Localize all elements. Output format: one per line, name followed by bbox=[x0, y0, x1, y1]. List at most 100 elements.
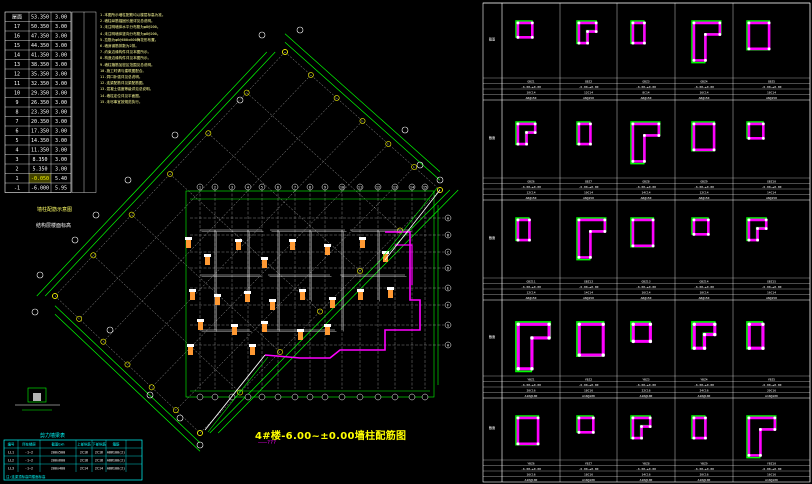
section-id: GBZ14 bbox=[699, 279, 708, 283]
column-section-drawing bbox=[576, 121, 592, 146]
section-id: YBZ2 bbox=[585, 377, 592, 381]
plan-axis-label: 7 bbox=[294, 186, 296, 190]
legend-cell: 2C18 bbox=[80, 459, 88, 463]
floor-number: 12 bbox=[14, 72, 20, 78]
plan-axis-bubble-bottom bbox=[196, 393, 204, 401]
rebar-dot bbox=[702, 346, 707, 350]
section-elevation: -6.00~±0.00 bbox=[636, 383, 656, 387]
floor-number: 4 bbox=[15, 148, 18, 154]
legend-cell: -1~2 bbox=[25, 467, 33, 471]
section-row-label: 截面 bbox=[489, 425, 495, 430]
rebar-dot bbox=[712, 122, 716, 126]
rebar-dot bbox=[603, 218, 607, 222]
section-rebar: 14C16 bbox=[641, 472, 650, 476]
rebar-dot bbox=[516, 218, 520, 222]
left-caption: 墙柱配筋示意图 bbox=[37, 207, 73, 213]
rebar-dot bbox=[577, 430, 581, 434]
section-rebar: 16C16 bbox=[767, 472, 776, 476]
rebar-dot bbox=[577, 416, 581, 420]
section-rebar: 10C14 bbox=[584, 190, 593, 194]
plan-axis-label: 15 bbox=[423, 186, 427, 190]
floor-elevation: -0.050 bbox=[31, 176, 49, 182]
rebar-dot bbox=[643, 41, 646, 45]
section-id: YBZ8 bbox=[642, 461, 649, 465]
column-section-drawing bbox=[691, 20, 722, 64]
floor-height: 3.00 bbox=[55, 110, 67, 116]
section-row-label: 截面 bbox=[489, 235, 495, 240]
legend-cell: 200x600 bbox=[51, 459, 65, 463]
column-section-drawing bbox=[691, 321, 717, 350]
section-elevation: -6.00~±0.00 bbox=[579, 285, 599, 289]
legend-cell: 2C14 bbox=[80, 467, 88, 471]
axis-bubble bbox=[124, 176, 132, 184]
column-section-drawing bbox=[630, 20, 646, 45]
section-stirrup-loop bbox=[631, 21, 646, 45]
rebar-dot bbox=[591, 416, 595, 420]
section-outline bbox=[515, 415, 540, 446]
section-table-border bbox=[482, 2, 811, 483]
floor-height: 3.00 bbox=[55, 43, 67, 49]
rebar-dot bbox=[586, 30, 589, 33]
section-elevation: -6.00~±0.00 bbox=[636, 467, 656, 471]
plan-axis-bubble-bottom bbox=[258, 393, 266, 401]
rebar-dot bbox=[713, 332, 717, 337]
floor-elevation: 50.350 bbox=[31, 24, 49, 30]
plan-axis-label: E bbox=[447, 286, 449, 290]
floor-number: 9 bbox=[15, 100, 18, 106]
column-section-drawing bbox=[576, 415, 595, 434]
rebar-dot bbox=[747, 136, 751, 140]
rebar-dot bbox=[706, 218, 710, 222]
floor-elevation: 35.350 bbox=[31, 72, 49, 78]
section-elevation: -6.00~±0.00 bbox=[762, 467, 782, 471]
rebar-dot bbox=[713, 322, 717, 326]
section-stirrup: A10@100 bbox=[765, 478, 778, 482]
column-cap bbox=[261, 257, 268, 260]
rebar-dot bbox=[692, 148, 696, 152]
floor-elevation: 17.350 bbox=[31, 129, 49, 135]
general-notes: 1.本图所示墙柱配筋均以楼层标高为准。 2.墙柱纵筋锚固长度详见总说明。 3.未注明… bbox=[100, 12, 178, 105]
section-stirrup-loop bbox=[577, 122, 592, 146]
section-elevation: -6.00~±0.00 bbox=[579, 383, 599, 387]
section-rebar: 20C16 bbox=[526, 388, 535, 392]
column-section-drawing bbox=[515, 415, 540, 446]
section-rebar: 22C16 bbox=[641, 388, 650, 392]
legend-header: 箍筋 bbox=[113, 442, 120, 447]
rebar-dot bbox=[536, 442, 540, 446]
plan-axis-label: 12 bbox=[376, 186, 380, 190]
rebar-dot bbox=[718, 33, 722, 36]
floor-number: 5 bbox=[15, 138, 18, 144]
column-cap bbox=[189, 289, 196, 292]
legend-cell: A8@100(2) bbox=[107, 451, 125, 455]
rebar-dot bbox=[631, 41, 635, 45]
floor-height: 3.00 bbox=[55, 157, 67, 163]
cad-drawing-viewport[interactable]: { "drawing": { "title": "4#楼-6.00~±0.00墙… bbox=[0, 0, 812, 484]
plan-axis-label: 3 bbox=[231, 186, 233, 190]
plan-axis-label: 4 bbox=[247, 186, 249, 190]
column-cap bbox=[261, 321, 268, 324]
column-cap bbox=[269, 299, 276, 302]
rebar-dot bbox=[516, 367, 520, 371]
rebar-dot bbox=[547, 336, 551, 340]
section-id: YBZ6 bbox=[527, 461, 534, 465]
axis-bubble bbox=[176, 414, 184, 422]
floor-height: 3.00 bbox=[55, 119, 67, 125]
plan-axis-label: 11 bbox=[358, 186, 362, 190]
section-stirrup-loop bbox=[692, 218, 710, 236]
plan-axis-label: 9 bbox=[324, 186, 326, 190]
floor-number: 11 bbox=[14, 81, 20, 87]
rebar-dot bbox=[692, 58, 696, 62]
legend-cell: 2C16 bbox=[80, 451, 88, 455]
axis-bubble bbox=[36, 271, 44, 279]
diagonal-wall bbox=[204, 354, 266, 431]
section-stirrup: A8@150 bbox=[526, 196, 537, 200]
rebar-dot bbox=[516, 122, 520, 126]
rebar-dot bbox=[648, 322, 653, 326]
rebar-dot bbox=[594, 30, 598, 33]
axis-bubble bbox=[71, 236, 79, 244]
column-cap bbox=[324, 244, 331, 247]
rebar-dot bbox=[759, 428, 762, 431]
rebar-dot bbox=[747, 47, 751, 51]
floor-elevation: 41.350 bbox=[31, 53, 49, 59]
rebar-dot bbox=[594, 21, 598, 25]
section-outline bbox=[691, 121, 716, 152]
